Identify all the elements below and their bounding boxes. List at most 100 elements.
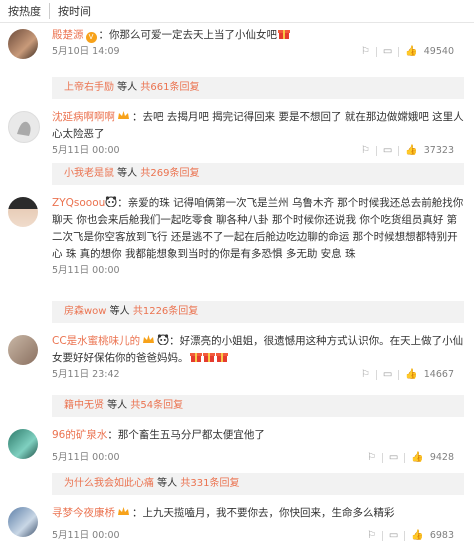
divider [375,47,377,57]
reply-username[interactable]: 上帝右手励 [64,82,114,93]
reply-username[interactable]: 小我老是鼠 [64,168,114,179]
reply-icon[interactable]: ▭ [383,367,392,383]
divider [398,47,400,57]
panda-emoji-icon [157,334,169,346]
reply-summary[interactable]: 上帝右手励 等人 共661条回复 [52,77,464,99]
comment-username[interactable]: 96的矿泉水 [52,429,107,441]
comment-item: 96的矿泉水：那个畜生五马分尸都太便宜他了 5月11日 00:00 ⚐ ▭ 👍 9… [0,417,474,467]
like-icon[interactable]: 👍 [411,528,423,544]
like-icon[interactable]: 👍 [405,143,417,159]
gift-emoji-icon [189,351,202,362]
comment-item: 殿楚源 V ：你那么可爱一定去天上当了小仙女吧 5月10日 14:09 ⚐ ▭ 👍 4… [0,23,474,75]
reply-icon[interactable]: ▭ [383,143,392,159]
divider [404,531,406,541]
comment-meta: 5月11日 00:00 ⚐ ▭ 👍 6983 [52,528,464,544]
comment-item: ZYQsooou ：亲爱的珠 记得咱俩第一次飞是兰州 乌鲁木齐 那个时候我还总去前… [0,185,474,299]
comment-text: ：上九天揽嗑月，我不要你去，你快回来，生命多么精彩 [132,507,395,519]
comment-username[interactable]: ZYQsooou [52,197,105,209]
comment-item: 沈延病啊啊啊 ：去吧 去揭月吧 揭完记得回来 要是不想回了 就在那边做嫦娥吧 这里… [0,99,474,167]
avatar[interactable] [8,335,38,365]
comment-body: CC是水蜜桃味儿的 ：好漂亮的小姐姐，很遗憾用这种方式认识你。在天上做了小仙女要好… [52,333,464,367]
flag-icon[interactable]: ⚐ [361,44,370,60]
comment-body: 96的矿泉水：那个畜生五马分尸都太便宜他了 [52,427,464,444]
comment-meta: 5月11日 00:00 ⚐ ▭ 👍 9428 [52,450,464,466]
reply-mid: 等人 [106,306,133,317]
like-count: 9428 [429,452,454,463]
avatar[interactable] [8,29,38,59]
divider [404,453,406,463]
gift-emoji-icon [202,351,215,362]
avatar[interactable] [8,429,38,459]
reply-count[interactable]: 共54条回复 [130,400,183,411]
like-count: 37323 [423,145,454,156]
comment-time: 5月11日 00:00 [52,265,120,276]
reply-username[interactable]: 籍中无贤 [64,400,104,411]
comment-body: 殿楚源 V ：你那么可爱一定去天上当了小仙女吧 [52,27,464,44]
comment-time: 5月11日 00:00 [52,530,120,541]
comment-body: ZYQsooou ：亲爱的珠 记得咱俩第一次飞是兰州 乌鲁木齐 那个时候我还总去前… [52,195,464,263]
reply-mid: 等人 [114,168,141,179]
flag-icon[interactable]: ⚐ [361,143,370,159]
divider [398,370,400,380]
comment-time: 5月11日 00:00 [52,452,120,463]
crown-badge-icon [117,110,130,121]
reply-count[interactable]: 共661条回复 [140,82,199,93]
comment-meta: 5月10日 14:09 ⚐ ▭ 👍 49540 [52,44,464,60]
crown-badge-icon [142,334,155,345]
comment-item: CC是水蜜桃味儿的 ：好漂亮的小姐姐，很遗憾用这种方式认识你。在天上做了小仙女要好… [0,323,474,391]
comment-username[interactable]: 寻梦今夜康桥 [52,507,115,519]
reply-count[interactable]: 共269条回复 [140,168,199,179]
panda-emoji-icon [105,196,117,208]
reply-mid: 等人 [104,400,131,411]
like-count: 49540 [423,46,454,57]
comment-username[interactable]: 沈延病啊啊啊 [52,111,115,123]
reply-username[interactable]: 为什么我会如此心痛 [64,478,154,489]
avatar[interactable] [8,111,40,143]
divider [381,453,383,463]
like-count: 6983 [429,530,454,541]
reply-icon[interactable]: ▭ [383,44,392,60]
sort-tabs: 按热度 按时间 [0,0,474,23]
comment-body: 沈延病啊啊啊 ：去吧 去揭月吧 揭完记得回来 要是不想回了 就在那边做嫦娥吧 这里… [52,109,464,143]
comment-meta: 5月11日 00:00 [52,263,464,279]
comment-text: ：你那么可爱一定去天上当了小仙女吧 [98,29,278,41]
reply-mid: 等人 [154,478,181,489]
comment-time: 5月10日 14:09 [52,46,120,57]
reply-username[interactable]: 房森wow [64,306,106,317]
comment-text: ：那个畜生五马分尸都太便宜他了 [107,429,265,441]
flag-icon[interactable]: ⚐ [367,450,376,466]
reply-count[interactable]: 共331条回复 [180,478,239,489]
divider [375,370,377,380]
reply-summary[interactable]: 房森wow 等人 共1226条回复 [52,301,464,323]
like-icon[interactable]: 👍 [405,367,417,383]
like-count: 14667 [423,369,454,380]
divider [381,531,383,541]
avatar[interactable] [8,507,38,537]
tab-by-time[interactable]: 按时间 [58,3,99,19]
comment-body: 寻梦今夜康桥 ：上九天揽嗑月，我不要你去，你快回来，生命多么精彩 [52,505,464,522]
gift-emoji-icon [278,28,290,39]
comment-meta: 5月11日 23:42 ⚐ ▭ 👍 14667 [52,367,464,383]
avatar[interactable] [8,197,38,227]
reply-icon[interactable]: ▭ [389,450,398,466]
reply-count[interactable]: 共1226条回复 [133,306,198,317]
crown-badge-icon [117,506,130,517]
divider [375,146,377,156]
comment-time: 5月11日 00:00 [52,145,120,156]
like-icon[interactable]: 👍 [411,450,423,466]
gift-emoji-icon [215,351,228,362]
reply-summary[interactable]: 为什么我会如此心痛 等人 共331条回复 [52,473,464,495]
reply-summary[interactable]: 籍中无贤 等人 共54条回复 [52,395,464,417]
reply-icon[interactable]: ▭ [389,528,398,544]
like-icon[interactable]: 👍 [405,44,417,60]
divider [398,146,400,156]
comment-meta: 5月11日 00:00 ⚐ ▭ 👍 37323 [52,143,464,159]
comment-time: 5月11日 23:42 [52,369,120,380]
tab-by-heat[interactable]: 按热度 [8,3,50,19]
reply-mid: 等人 [114,82,141,93]
level-badge-icon: V [85,32,97,43]
flag-icon[interactable]: ⚐ [361,367,370,383]
comment-username[interactable]: 殿楚源 [52,29,84,41]
comment-username[interactable]: CC是水蜜桃味儿的 [52,335,140,347]
flag-icon[interactable]: ⚐ [367,528,376,544]
